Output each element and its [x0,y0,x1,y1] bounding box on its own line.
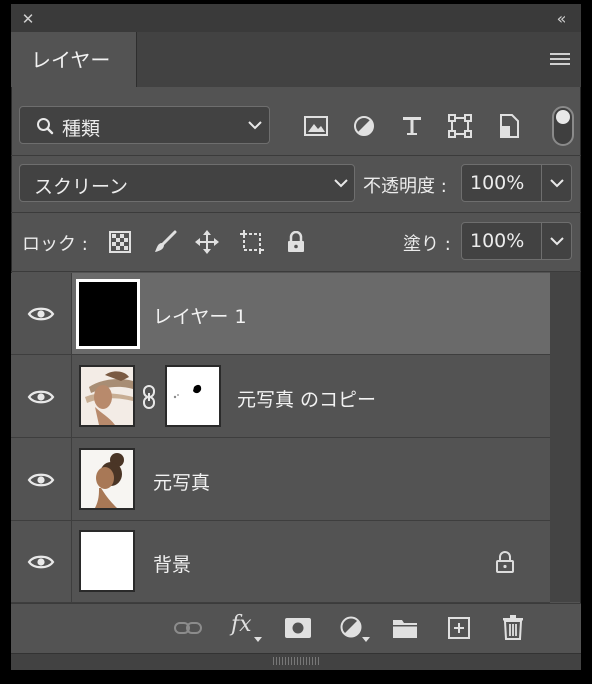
blend-mode-value: スクリーン [34,176,129,198]
eye-icon [27,473,55,487]
filter-smart-objects-icon[interactable] [495,112,523,140]
opacity-field[interactable]: 100% [461,164,572,202]
fx-icon: fx [231,612,252,637]
filter-kind-value: 種類 [62,118,101,140]
filter-pixel-layers-icon[interactable] [302,112,330,140]
visibility-toggle[interactable] [11,521,72,602]
eye-icon [27,307,55,321]
layer-row[interactable]: 元写真 のコピー [11,355,550,438]
add-layer-style-button[interactable]: fx [228,612,264,646]
lock-position-icon[interactable] [193,228,221,256]
eye-icon [27,555,55,569]
visibility-toggle[interactable] [11,438,72,520]
panel-title-bar [11,4,581,32]
lock-icon[interactable] [495,550,515,574]
lock-transparent-pixels-icon[interactable] [107,229,133,255]
layer-row[interactable]: レイヤー 1 [11,273,550,355]
new-group-folder-icon[interactable] [390,614,420,642]
layer-name[interactable]: 背景 [153,550,191,577]
chevron-down-icon[interactable] [550,236,564,246]
filter-toggle-switch[interactable] [552,106,574,146]
layer-thumbnail[interactable] [76,279,140,349]
layer-thumbnail[interactable] [79,530,135,592]
layer-name[interactable]: 元写真 のコピー [237,385,376,412]
tab-label: レイヤー [31,48,111,72]
panel-menu-icon[interactable] [548,50,572,68]
add-mask-icon[interactable] [283,614,313,642]
panel-resize-footer[interactable] [11,653,581,670]
lock-artboard-icon[interactable] [238,228,266,256]
fill-value: 100% [470,230,525,252]
filter-kind-select[interactable]: 種類 [19,106,270,144]
layers-scrollbar[interactable] [550,272,580,602]
eye-icon [27,390,55,404]
blend-mode-select[interactable]: スクリーン [19,164,355,202]
filter-shape-layers-icon[interactable] [446,112,474,140]
opacity-label: 不透明度 : [363,176,447,197]
new-layer-icon[interactable] [444,614,474,642]
lock-image-pixels-icon[interactable] [152,229,178,255]
tab-layers[interactable]: レイヤー [11,32,137,87]
filter-type-layers-icon[interactable] [398,112,426,140]
filter-adjustment-layers-icon[interactable] [350,112,378,140]
layer-name[interactable]: 元写真 [153,468,210,495]
layer-row[interactable]: 元写真 [11,438,550,521]
layer-thumbnail[interactable] [79,365,135,427]
opacity-value: 100% [470,172,525,194]
chevron-down-icon [248,121,262,130]
collapse-icon[interactable]: ‹‹ [548,8,572,28]
new-adjustment-layer-button[interactable] [336,612,372,646]
chain-link-icon[interactable] [141,385,157,409]
fill-field[interactable]: 100% [461,222,572,260]
link-layers-icon[interactable] [173,614,203,642]
close-icon[interactable]: ✕ [18,10,38,28]
search-icon [37,118,54,135]
chevron-down-icon[interactable] [550,178,564,188]
chevron-down-icon [334,179,348,188]
delete-layer-trash-icon[interactable] [498,612,528,642]
visibility-toggle[interactable] [11,355,72,437]
layer-thumbnail[interactable] [79,448,135,510]
layer-row[interactable]: 背景 [11,521,550,603]
layer-name[interactable]: レイヤー 1 [153,302,247,329]
adjustment-icon [340,616,362,638]
lock-label: ロック : [22,234,88,255]
resize-grip-icon[interactable] [273,657,319,665]
lock-all-icon[interactable] [284,228,308,256]
layer-mask-thumbnail[interactable] [165,365,221,427]
visibility-toggle[interactable] [11,273,72,354]
fill-label: 塗り : [403,234,451,255]
